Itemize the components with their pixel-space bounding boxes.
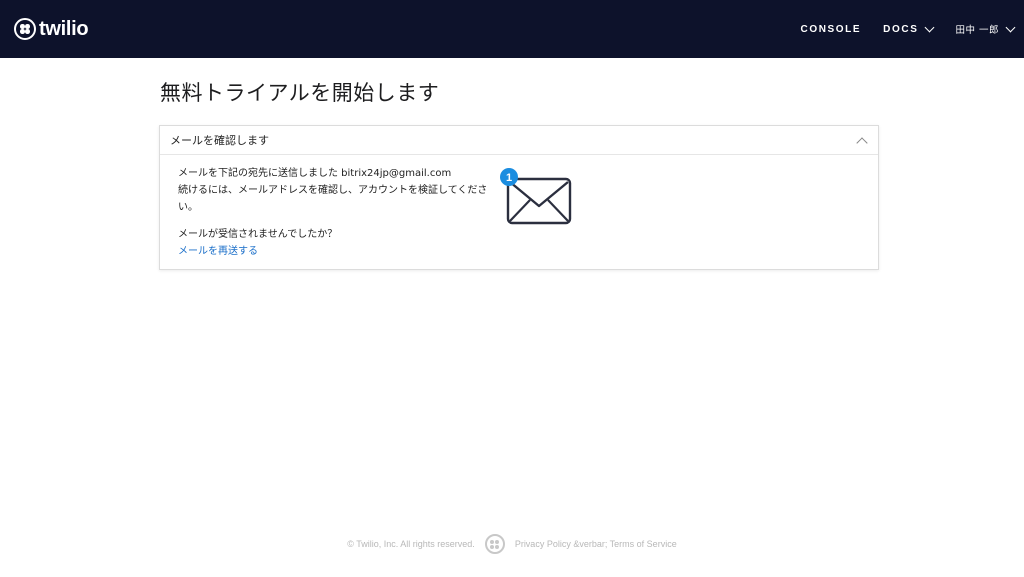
- main-nav: CONSOLE DOCS 田中 一郎: [779, 22, 1016, 36]
- chevron-up-icon[interactable]: [856, 136, 868, 149]
- not-received-text: メールが受信されませんでしたか？: [178, 229, 338, 240]
- top-navbar: twilio CONSOLE DOCS 田中 一郎: [0, 0, 1024, 58]
- twilio-logo-icon: [14, 18, 36, 40]
- chevron-down-icon: [1005, 22, 1016, 32]
- logo-text: twilio: [39, 17, 89, 40]
- notification-count: 1: [506, 172, 512, 184]
- footer-links[interactable]: Privacy Policy &verbar; Terms of Service: [515, 539, 677, 549]
- panel-title: メールを確認します: [170, 134, 269, 147]
- chevron-down-icon: [925, 22, 935, 32]
- resend-email-link[interactable]: メールを再送する: [178, 243, 860, 260]
- nav-docs[interactable]: DOCS: [883, 22, 935, 35]
- nav-console-label: CONSOLE: [800, 23, 862, 35]
- message-line-1: メールを下記の宛先に送信しました bitrix24jp@gmail.com: [178, 168, 452, 179]
- page-title: 無料トライアルを開始します: [160, 81, 440, 105]
- nav-console[interactable]: CONSOLE: [801, 24, 862, 35]
- nav-docs-label: DOCS: [883, 23, 919, 35]
- footer: © Twilio, Inc. All rights reserved. Priv…: [0, 534, 1024, 554]
- message-line-2: 続けるには、メールアドレスを確認し、アカウントを検証してください。: [178, 185, 488, 213]
- user-name: 田中 一郎: [955, 25, 999, 36]
- envelope-icon: 1: [500, 168, 572, 225]
- message: メールを下記の宛先に送信しました bitrix24jp@gmail.com 続け…: [178, 165, 488, 216]
- panel-header[interactable]: メールを確認します: [160, 126, 878, 155]
- verify-email-panel: メールを確認します メールを下記の宛先に送信しました bitrix24jp@gm…: [159, 125, 879, 270]
- panel-body: メールを下記の宛先に送信しました bitrix24jp@gmail.com 続け…: [160, 155, 878, 270]
- twilio-logo-icon: [484, 534, 505, 554]
- twilio-logo[interactable]: twilio: [14, 17, 89, 41]
- copyright: © Twilio, Inc. All rights reserved.: [347, 539, 475, 549]
- user-menu[interactable]: 田中 一郎: [955, 22, 1016, 36]
